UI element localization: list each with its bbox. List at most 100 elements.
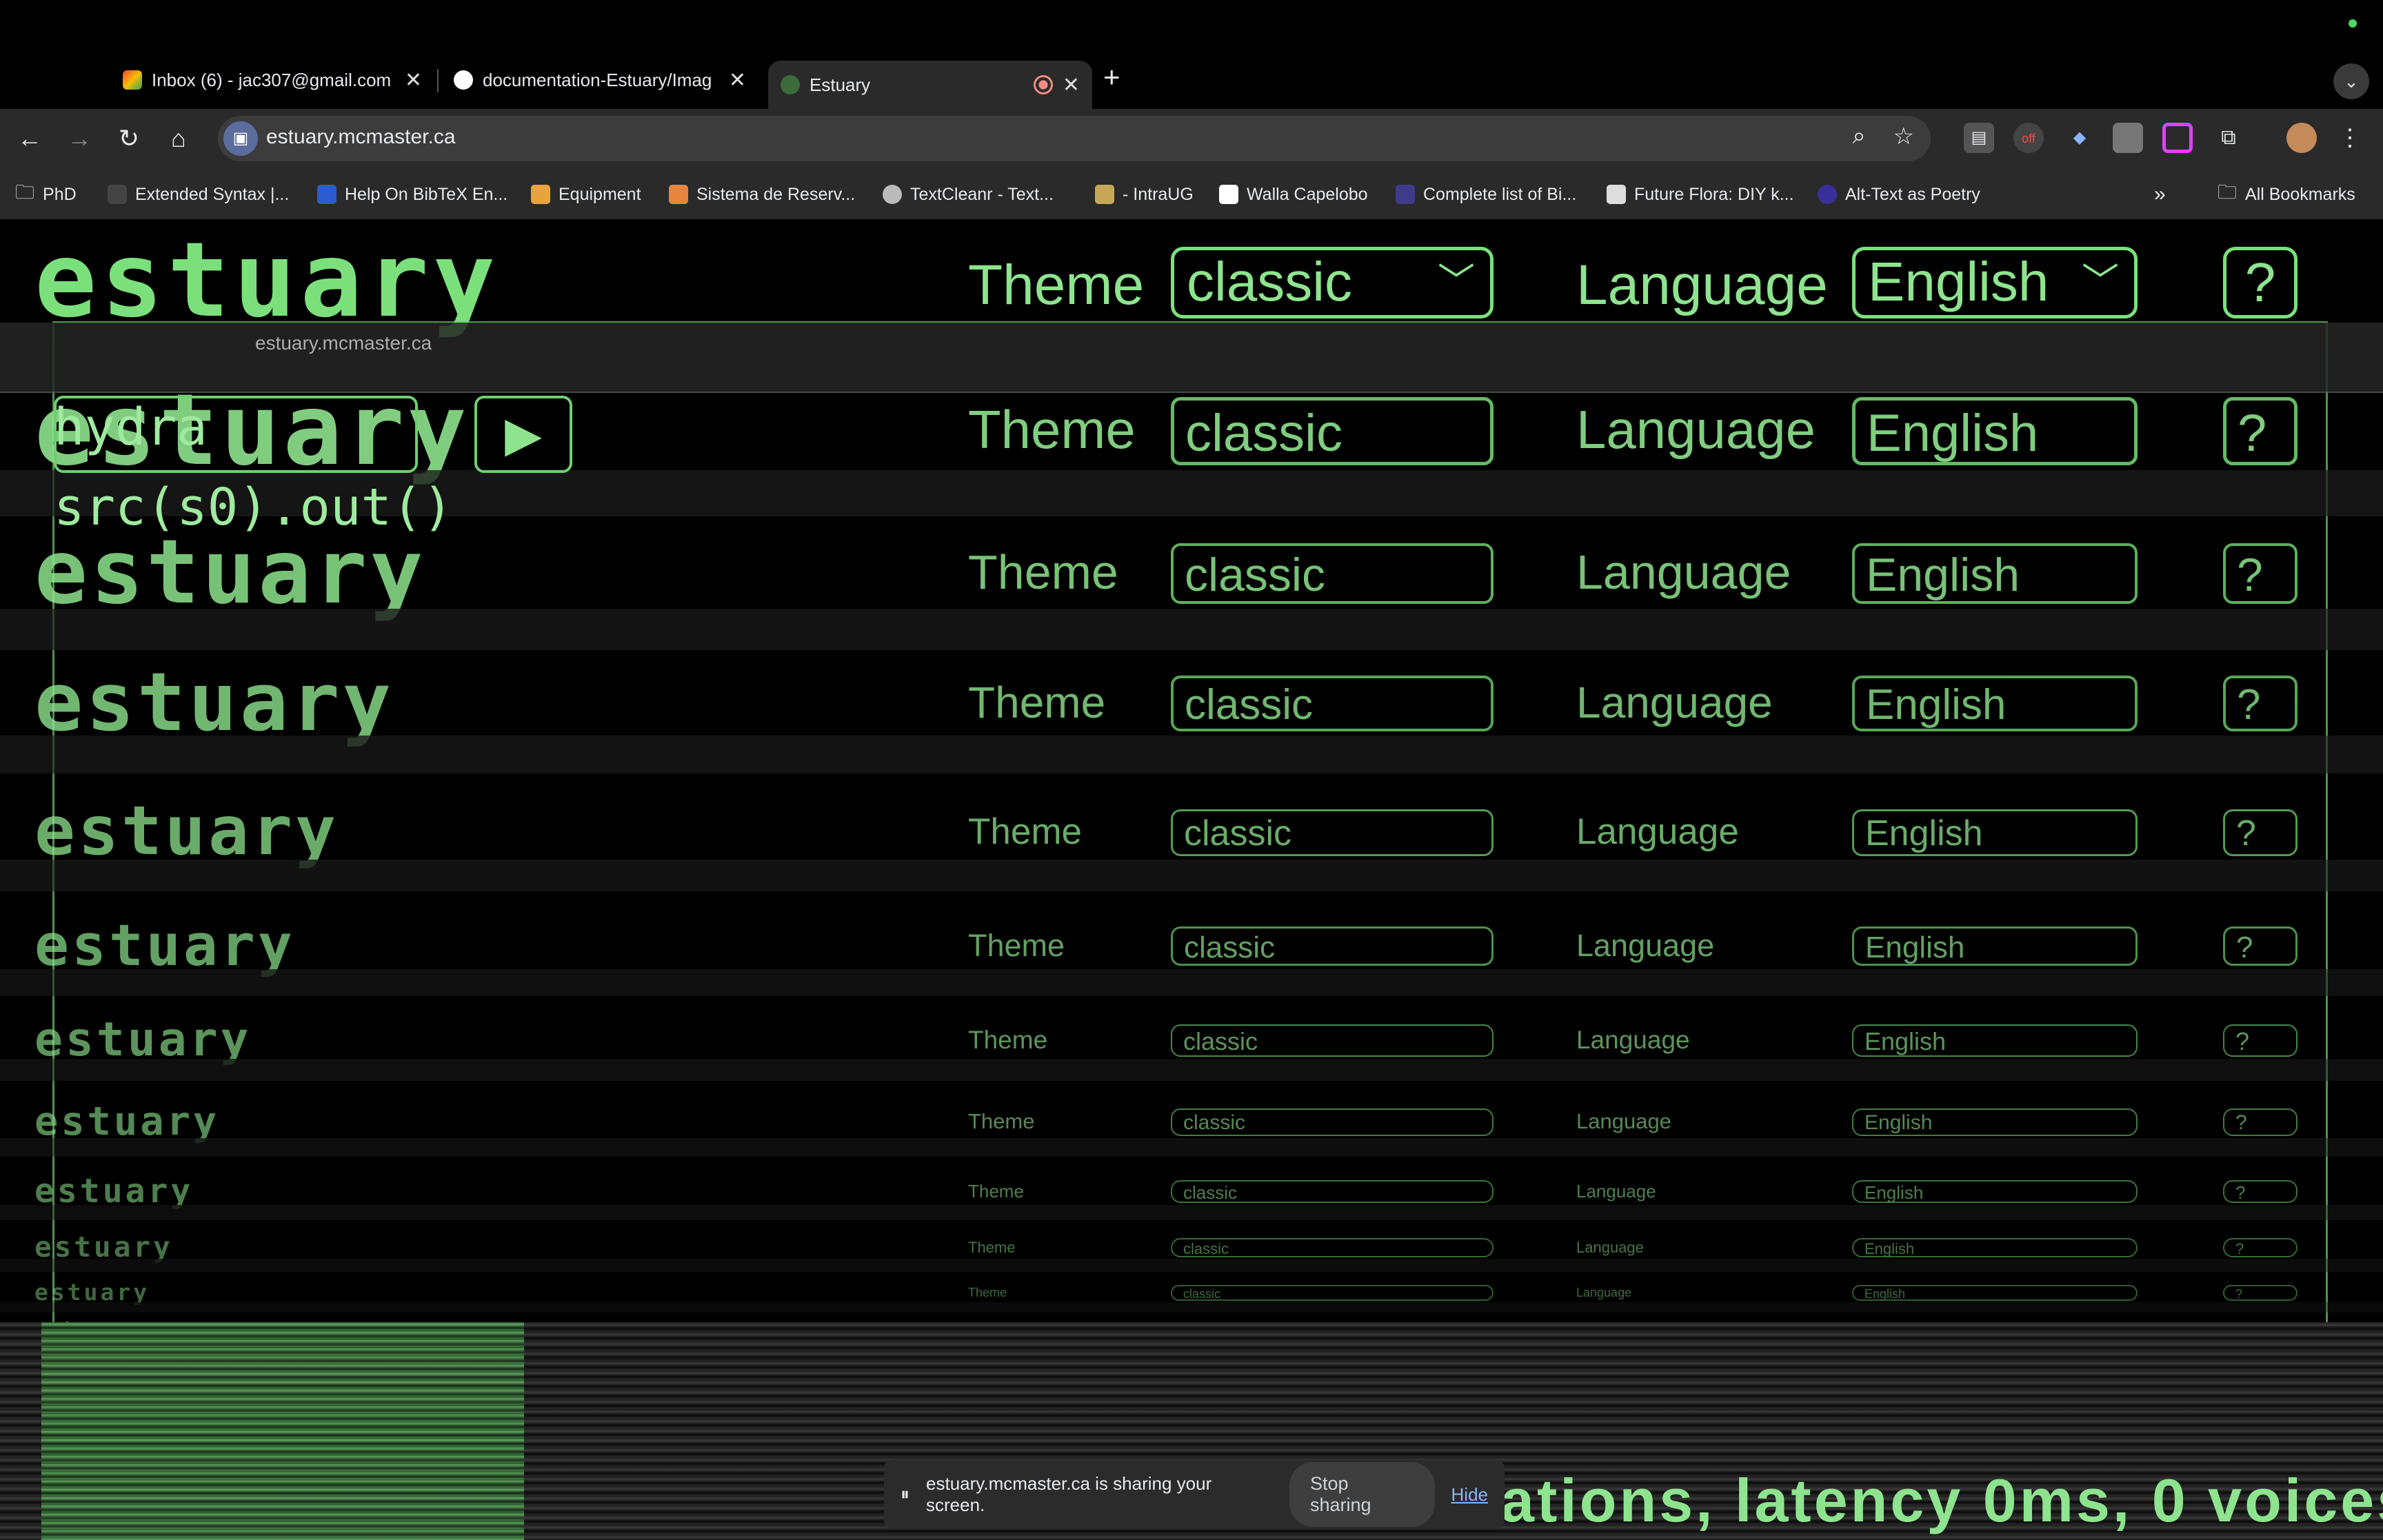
bookmark-label: Extended Syntax |... (135, 184, 290, 204)
extension-icon[interactable]: ◆ (2064, 123, 2095, 153)
bookmark-star-icon[interactable]: ☆ (1893, 123, 1914, 150)
browser-toolbar: ← → ↻ ⌂ ▣ estuary.mcmaster.ca ⌕ ☆ ▤ off … (0, 109, 2383, 168)
echo-theme-select: classic (1171, 676, 1494, 731)
estuary-page: estuary Theme classic ﹀ Language English… (0, 219, 2383, 1540)
chevron-down-icon: ﹀ (1438, 261, 1475, 303)
feedback-echo-row: estuary Theme classic Language English? (0, 792, 2383, 891)
all-bookmarks[interactable]: 🗀 All Bookmarks (2218, 181, 2355, 207)
address-bar[interactable]: ▣ estuary.mcmaster.ca ⌕ ☆ (218, 116, 1931, 161)
echo-theme-label: Theme (968, 1286, 1007, 1299)
bookmark-equipment[interactable]: Equipment (531, 182, 641, 207)
theme-select[interactable]: classic ﹀ (1171, 247, 1494, 318)
tab-estuary[interactable]: Estuary ✕ (768, 61, 1092, 109)
bookmark-walla[interactable]: Walla Capelobo (1219, 182, 1368, 207)
menu-icon[interactable]: ⋮ (2335, 123, 2365, 153)
tab-title: Inbox (6) - jac307@gmail.com (152, 69, 392, 90)
bookmark-label: Help On BibTeX En... (345, 184, 508, 204)
bookmark-bibtex[interactable]: Help On BibTeX En... (317, 182, 507, 207)
echo-browser-bar (0, 609, 2383, 650)
echo-logo: estuary (34, 1099, 220, 1144)
shield-icon (669, 185, 688, 204)
back-button[interactable]: ← (10, 119, 50, 159)
zoom-icon[interactable]: ⌕ (1852, 123, 1865, 150)
echo-logo: estuary (34, 792, 339, 871)
echo-logo: estuary (34, 1013, 252, 1067)
echo-language-label: Language (1576, 928, 1715, 963)
bookmark-future-flora[interactable]: Future Flora: DIY k... (1607, 182, 1794, 207)
bookmark-label: Complete list of Bi... (1423, 184, 1577, 204)
extension-icon[interactable] (2162, 123, 2193, 153)
extension-icon[interactable] (2113, 123, 2143, 153)
close-icon[interactable]: ✕ (405, 68, 422, 92)
archive-icon (1095, 185, 1114, 204)
puzzle-icon[interactable]: ⧉ (2213, 123, 2244, 153)
echo-theme-label: Theme (968, 1109, 1035, 1133)
feedback-echo-row: estuary Theme classic Language English? (0, 662, 2383, 773)
tab-github[interactable]: documentation-Estuary/Imag ✕ (441, 61, 758, 99)
nu-icon (317, 185, 336, 204)
bookmark-markdown[interactable]: Extended Syntax |... (108, 182, 289, 207)
bookmark-alt-text[interactable]: Alt-Text as Poetry (1818, 182, 1980, 207)
theme-value: classic (1187, 251, 1353, 312)
language-label: Language (1576, 254, 1828, 316)
p-icon (1396, 185, 1415, 204)
echo-logo: estuary (34, 1172, 194, 1210)
echo-language-select: English (1852, 809, 2138, 856)
tab-gmail[interactable]: Inbox (6) - jac307@gmail.com ✕ (110, 61, 434, 99)
feedback-echo-row: estuary Theme classic Language English? (0, 1230, 2383, 1272)
language-value: English (1868, 251, 2049, 312)
bookmark-textcleanr[interactable]: TextCleanr - Text... (883, 182, 1054, 207)
bookmark-complete-list[interactable]: Complete list of Bi... (1396, 182, 1576, 207)
forward-button[interactable]: → (59, 119, 99, 159)
echo-theme-label: Theme (968, 928, 1065, 963)
site-info-icon[interactable]: ▣ (223, 121, 258, 156)
echo-language-select: English (1852, 1285, 2138, 1301)
echo-browser-bar (0, 1259, 2383, 1272)
feedback-echo-row: estuary Theme classic Language English? (0, 1099, 2383, 1157)
echo-help: ? (2223, 1180, 2297, 1203)
language-select[interactable]: English ﹀ (1852, 247, 2138, 318)
hide-button[interactable]: Hide (1451, 1484, 1488, 1506)
help-button[interactable]: ? (2223, 247, 2297, 318)
echo-theme-label: Theme (968, 399, 1136, 460)
reload-button[interactable]: ↻ (109, 119, 149, 159)
avatar[interactable] (2286, 123, 2317, 153)
stop-sharing-button[interactable]: Stop sharing (1289, 1462, 1435, 1527)
echo-language-label: Language (1576, 1109, 1671, 1133)
echo-browser-bar (0, 969, 2383, 996)
pause-icon: ⏸ (901, 1483, 910, 1504)
echo-logo: estuary (34, 1230, 173, 1264)
feedback-echo-row: estuary Theme classic Language English? (0, 912, 2383, 996)
tab-title: Estuary (810, 74, 871, 95)
close-icon[interactable]: ✕ (1063, 73, 1080, 97)
github-icon (454, 70, 473, 90)
extension-icon[interactable]: ▤ (1964, 123, 1994, 153)
extension-off-icon[interactable]: off (2013, 123, 2044, 153)
chevron-down-icon: ﹀ (2082, 261, 2119, 303)
bookmark-sistema[interactable]: Sistema de Reserv... (669, 182, 855, 207)
new-tab-button[interactable]: + (1103, 61, 1120, 94)
bookmark-intraug[interactable]: - IntraUG (1095, 182, 1194, 207)
close-icon[interactable]: ✕ (729, 68, 746, 92)
play-button[interactable]: ▶ (474, 396, 572, 473)
bookmark-label: Future Flora: DIY k... (1634, 184, 1794, 204)
echo-theme-select: classic (1171, 543, 1494, 604)
bookmark-label: Walla Capelobo (1247, 184, 1368, 204)
echo-browser-bar (0, 1138, 2383, 1157)
code-editor[interactable]: src(s0).out() (54, 480, 453, 535)
markdown-icon (108, 185, 127, 204)
home-button[interactable]: ⌂ (159, 119, 199, 159)
echo-logo: estuary (34, 912, 295, 979)
bookmark-phd[interactable]: 🗀 PhD (15, 181, 77, 207)
url-text[interactable]: estuary.mcmaster.ca (266, 125, 456, 149)
echo-theme-select: classic (1171, 397, 1494, 465)
screen-share-bar: ⏸ estuary.mcmaster.ca is sharing your sc… (884, 1460, 1505, 1529)
more-bookmarks-button[interactable]: » (2154, 182, 2166, 207)
echo-help: ? (2223, 1024, 2297, 1057)
tab-search-button[interactable]: ⌄ (2333, 63, 2369, 99)
echo-browser-bar (0, 1205, 2383, 1220)
share-message: estuary.mcmaster.ca is sharing your scre… (926, 1473, 1212, 1515)
bookmarks-bar: 🗀 PhD Extended Syntax |... Help On BibTe… (0, 168, 2383, 220)
echo-logo: estuary (34, 521, 426, 624)
echo-theme-label: Theme (968, 1026, 1048, 1054)
